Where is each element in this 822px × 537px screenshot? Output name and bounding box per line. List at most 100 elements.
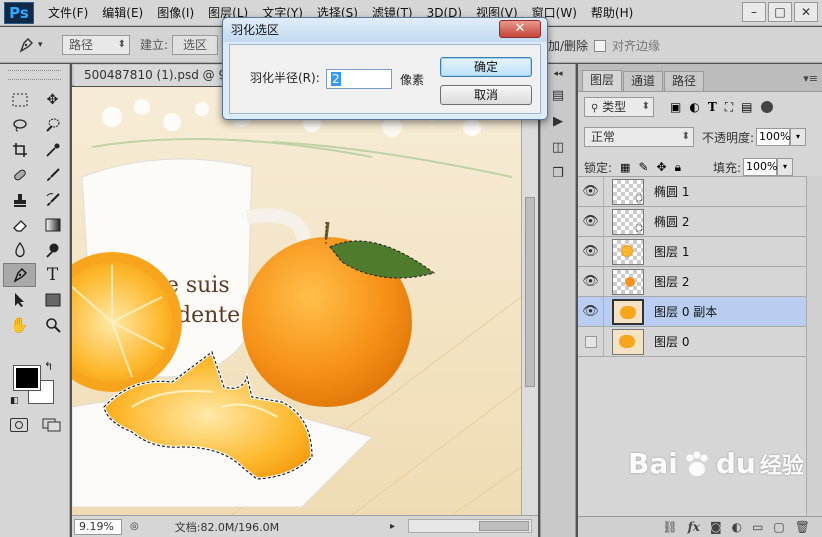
quick-mask-button[interactable] xyxy=(10,418,28,432)
horizontal-scroll-thumb[interactable] xyxy=(479,521,529,531)
layer-row-layer-2[interactable]: 👁︎ 图层 2 xyxy=(578,267,806,297)
tab-layers[interactable]: 图层 xyxy=(582,70,623,91)
document-canvas[interactable]: Je suis dente xyxy=(72,87,521,515)
fill-input[interactable]: 100% xyxy=(743,158,777,176)
eraser-tool[interactable] xyxy=(3,213,36,237)
swap-colors-icon[interactable]: ↰ xyxy=(44,360,53,373)
layer-thumbnail xyxy=(612,268,644,295)
lock-all-icon[interactable]: 🔒︎ xyxy=(675,160,681,175)
tab-paths[interactable]: 路径 xyxy=(664,71,705,91)
blur-tool[interactable] xyxy=(3,238,36,262)
foreground-color-swatch[interactable] xyxy=(13,365,41,391)
close-window-button[interactable]: ✕ xyxy=(794,2,818,22)
filter-pixel-icon[interactable]: ▣ xyxy=(670,100,681,114)
status-options-icon[interactable]: ◎ xyxy=(130,521,139,532)
shape-tool[interactable] xyxy=(36,288,69,312)
opacity-input[interactable]: 100% xyxy=(756,128,791,146)
pen-mode-select[interactable]: 路径 xyxy=(62,34,130,55)
properties-panel-button[interactable]: ◫ xyxy=(544,136,572,158)
vector-mask-badge-icon: ⛶ xyxy=(635,223,642,234)
menu-file[interactable]: 文件(F) xyxy=(34,4,88,21)
status-menu-arrow-icon[interactable]: ▸ xyxy=(390,521,395,532)
vertical-scroll-thumb[interactable] xyxy=(525,197,535,387)
brush-tool[interactable] xyxy=(36,163,69,187)
make-selection-button[interactable]: 选区 xyxy=(172,34,219,55)
lasso-tool[interactable] xyxy=(3,113,36,137)
align-edges-checkbox[interactable] xyxy=(594,39,607,52)
actions-panel-button[interactable]: ▶ xyxy=(544,110,572,132)
dodge-tool[interactable] xyxy=(36,238,69,262)
path-select-tool[interactable] xyxy=(3,288,36,312)
layer-name: 椭圆 2 xyxy=(654,215,690,229)
new-layer-icon[interactable]: ▢ xyxy=(773,520,784,534)
layer-row-layer-1[interactable]: 👁︎ 图层 1 xyxy=(578,237,806,267)
type-tool[interactable]: T xyxy=(36,263,69,287)
3d-panel-button[interactable]: ❒ xyxy=(544,162,572,184)
delete-layer-icon[interactable]: 🗑︎ xyxy=(795,520,810,534)
layer-row-ellipse-2[interactable]: 👁︎ ⛶ 椭圆 2 xyxy=(578,207,806,237)
quick-select-tool[interactable] xyxy=(36,113,69,137)
canvas-horizontal-scrollbar[interactable] xyxy=(408,519,532,533)
history-brush-tool[interactable] xyxy=(36,188,69,212)
layer-row-ellipse-1[interactable]: 👁︎ ⛶ 椭圆 1 xyxy=(578,177,806,207)
crop-tool[interactable] xyxy=(3,138,36,162)
crop-icon xyxy=(12,143,27,157)
opacity-dropdown-icon[interactable]: ▾ xyxy=(790,128,807,146)
zoom-tool[interactable] xyxy=(36,313,69,337)
new-group-icon[interactable]: ▭ xyxy=(752,520,763,534)
toolbar-grip[interactable] xyxy=(8,70,61,80)
pen-tool-preset[interactable]: ▾ xyxy=(18,34,52,56)
dialog-close-button[interactable]: ✕ xyxy=(499,20,541,38)
maximize-button[interactable]: □ xyxy=(768,2,792,22)
lock-position-icon[interactable]: ✥ xyxy=(657,160,667,174)
blend-mode-select[interactable]: 正常 xyxy=(584,127,694,147)
filter-shape-icon[interactable]: ⛶ xyxy=(725,100,733,115)
menu-edit[interactable]: 编辑(E) xyxy=(88,4,143,21)
filter-kind-select[interactable]: ⚲ 类型 xyxy=(584,97,654,117)
filter-smart-object-icon[interactable]: ▤ xyxy=(741,100,752,114)
history-panel-button[interactable]: ▤ xyxy=(544,84,572,106)
filter-toggle-icon[interactable] xyxy=(760,101,773,113)
visibility-eye-icon[interactable]: 👁︎ xyxy=(578,207,604,236)
visibility-toggle-empty[interactable] xyxy=(578,327,604,356)
adjustment-layer-icon[interactable]: ◐ xyxy=(732,520,742,534)
minimize-button[interactable]: – xyxy=(742,2,766,22)
collapse-arrows-icon[interactable]: ◂◂ xyxy=(544,68,572,80)
rect-marquee-tool[interactable] xyxy=(3,88,36,112)
zoom-level-field[interactable]: 9.19% xyxy=(74,518,122,535)
layer-row-layer-0-copy[interactable]: 👁︎ 图层 0 副本 xyxy=(578,297,806,327)
filter-type-icon[interactable]: T xyxy=(708,100,717,114)
layers-scrollbar[interactable] xyxy=(806,176,822,516)
move-tool[interactable]: ✥ xyxy=(36,88,69,112)
link-layers-icon[interactable]: ⛓ xyxy=(662,520,677,534)
screen-mode-button[interactable] xyxy=(42,418,62,432)
panel-menu-icon[interactable]: ▾≡ xyxy=(803,72,818,85)
lock-paint-icon[interactable]: ✎ xyxy=(638,160,648,174)
cancel-button[interactable]: 取消 xyxy=(440,85,532,105)
visibility-eye-icon[interactable]: 👁︎ xyxy=(578,177,604,206)
layer-thumbnail: ⛶ xyxy=(612,208,644,235)
visibility-eye-icon[interactable]: 👁︎ xyxy=(578,237,604,266)
canvas-area[interactable]: Je suis dente xyxy=(72,87,538,515)
ok-button[interactable]: 确定 xyxy=(440,57,532,77)
hand-tool[interactable]: ✋ xyxy=(3,313,36,337)
add-mask-icon[interactable]: ◙ xyxy=(710,520,722,534)
default-colors-icon[interactable]: ◧ xyxy=(10,396,19,406)
healing-brush-tool[interactable] xyxy=(3,163,36,187)
eyedropper-tool[interactable] xyxy=(36,138,69,162)
filter-adjustment-icon[interactable]: ◐ xyxy=(689,100,699,114)
canvas-vertical-scrollbar[interactable] xyxy=(521,87,538,515)
layer-row-layer-0[interactable]: 图层 0 xyxy=(578,327,806,357)
menu-help[interactable]: 帮助(H) xyxy=(577,4,633,21)
lock-transparent-icon[interactable]: ▦ xyxy=(620,161,630,174)
visibility-eye-icon[interactable]: 👁︎ xyxy=(578,267,604,296)
menu-image[interactable]: 图像(I) xyxy=(143,4,194,21)
gradient-tool[interactable] xyxy=(36,213,69,237)
tab-channels[interactable]: 通道 xyxy=(623,71,664,91)
fill-dropdown-icon[interactable]: ▾ xyxy=(777,158,794,176)
layer-style-icon[interactable]: fx xyxy=(688,520,700,534)
feather-radius-input[interactable]: 2 xyxy=(326,69,392,89)
visibility-eye-icon[interactable]: 👁︎ xyxy=(578,297,604,326)
clone-stamp-tool[interactable] xyxy=(3,188,36,212)
pen-tool[interactable] xyxy=(3,263,36,287)
